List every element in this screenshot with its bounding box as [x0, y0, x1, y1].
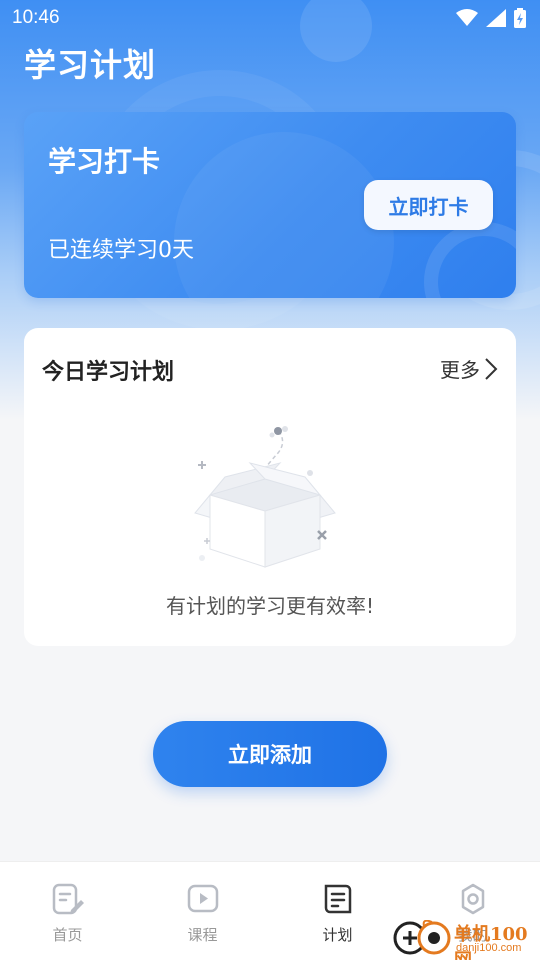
- tab-label: 计划: [322, 926, 353, 944]
- empty-state-text: 有计划的学习更有效率!: [165, 594, 375, 618]
- status-time: 10:46: [12, 7, 60, 28]
- chevron-right-icon: [485, 357, 498, 380]
- today-plan-card: 今日学习计划 更多 有计划的学习更有效率!: [24, 328, 516, 646]
- signal-icon: [486, 9, 506, 27]
- battery-icon: [514, 8, 526, 28]
- status-icons: [456, 8, 526, 28]
- page-title: 学习计划: [24, 46, 157, 84]
- tab-label: 首页: [52, 926, 83, 944]
- checkin-streak-text: 已连续学习0天: [48, 238, 194, 263]
- empty-box-illustration: [194, 426, 336, 568]
- checkin-card: 学习打卡 已连续学习0天 立即打卡: [24, 112, 516, 298]
- tab-plan[interactable]: 计划: [270, 862, 405, 960]
- tab-label: 课程: [187, 926, 218, 944]
- tab-home[interactable]: 首页: [0, 862, 135, 960]
- watermark-logo: [393, 920, 451, 955]
- plan-card-title: 今日学习计划: [42, 360, 175, 385]
- decorative-circle: [424, 222, 516, 298]
- plan-document-icon: [324, 884, 351, 914]
- checkin-title: 学习打卡: [48, 145, 161, 178]
- checkin-button[interactable]: 立即打卡: [364, 180, 493, 230]
- add-plan-button[interactable]: 立即添加: [153, 721, 387, 787]
- watermark: 单机100网 danji100.com: [392, 912, 540, 960]
- settings-gear-icon: [461, 883, 484, 915]
- decorative-circle: [174, 132, 394, 298]
- status-bar: 10:46: [0, 0, 540, 36]
- tab-courses[interactable]: 课程: [135, 862, 270, 960]
- watermark-text: 单机100网: [454, 924, 528, 960]
- wifi-icon: [456, 9, 478, 26]
- home-edit-icon: [52, 883, 84, 915]
- more-link[interactable]: 更多: [440, 354, 498, 383]
- watermark-url: danji100.com: [456, 942, 522, 954]
- more-label: 更多: [440, 358, 480, 382]
- video-play-icon: [187, 884, 218, 913]
